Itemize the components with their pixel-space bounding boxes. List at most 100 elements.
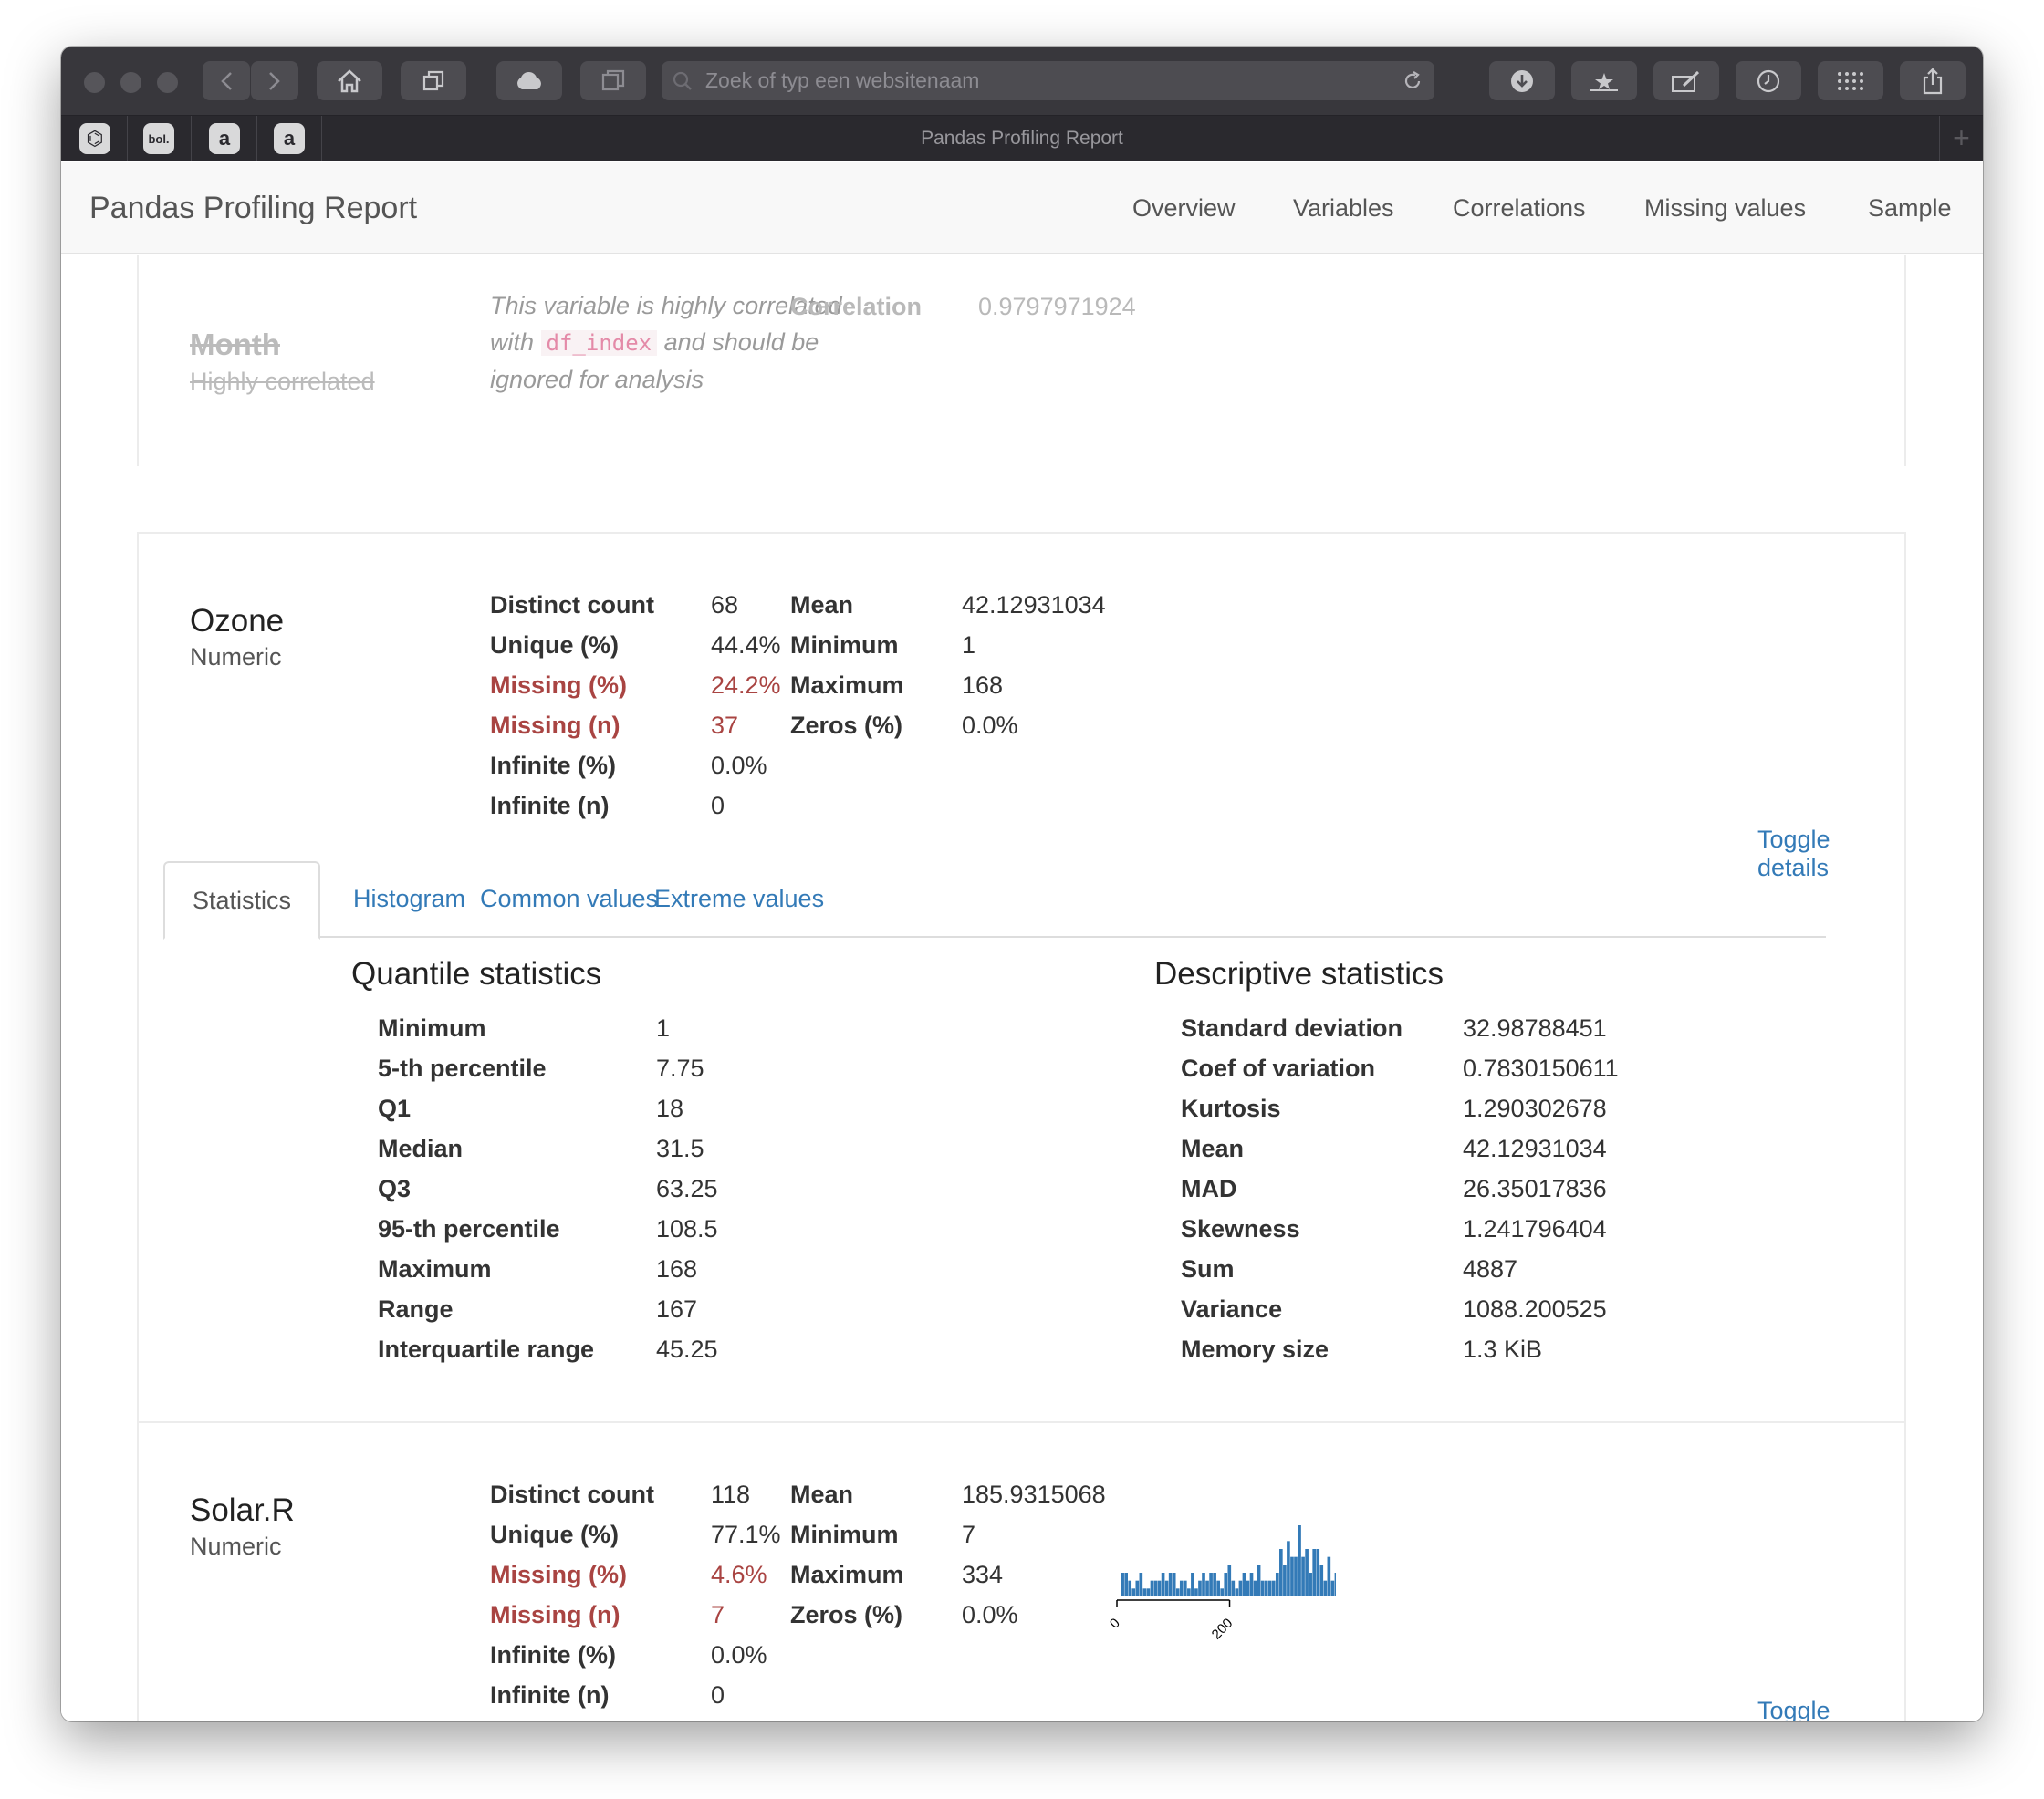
descriptive-value: 0.7830150611 [1463,1055,1619,1082]
histogram-bar [1312,1549,1317,1596]
annotate-button[interactable] [1653,61,1719,100]
back-button[interactable] [203,61,250,100]
histogram-bar [1264,1580,1268,1596]
quantile-label: Maximum [378,1255,492,1283]
stat-value: 334 [962,1561,1004,1588]
new-tab-button[interactable]: + [1939,116,1983,161]
stat-label: Minimum [790,631,899,659]
histogram-bar [1294,1556,1298,1596]
histogram-bar [1139,1573,1143,1596]
descriptive-label: Coef of variation [1181,1055,1376,1082]
zoom-window-button[interactable] [157,72,178,93]
histogram-bar [1327,1556,1331,1596]
reload-icon[interactable] [1402,70,1424,92]
stat-label: Zeros (%) [790,712,903,739]
nav-sample[interactable]: Sample [1868,162,1952,254]
nav-correlations[interactable]: Correlations [1453,162,1586,254]
histogram-bar [1179,1580,1184,1596]
descriptive-label: MAD [1181,1175,1237,1202]
forward-button[interactable] [251,61,298,100]
variable-name: Solar.R [190,1492,295,1528]
histogram-bar [1290,1556,1294,1596]
histogram-bar [1135,1580,1140,1596]
quantile-value: 108.5 [656,1215,718,1243]
downloads-button[interactable] [1489,61,1555,100]
histogram-bar [1279,1549,1283,1596]
variable-type: Numeric [190,643,282,671]
star-icon [1590,72,1618,91]
quantile-label: Range [378,1295,454,1323]
quantile-statistics-title: Quantile statistics [351,956,602,992]
address-bar[interactable]: Zoek of typ een websitenaam [662,61,1434,100]
history-button[interactable] [1736,61,1801,100]
nav-variables[interactable]: Variables [1293,162,1394,254]
histogram-bar [1224,1573,1228,1596]
histogram-bar [1205,1580,1209,1596]
quantile-value: 18 [656,1095,684,1122]
descriptive-label: Sum [1181,1255,1235,1283]
home-button[interactable] [317,61,382,100]
variable-month-panel: Month Highly correlated This variable is… [137,255,1906,466]
apps-button[interactable] [1818,61,1883,100]
share-button[interactable] [1900,61,1966,100]
x-axis-tick-label: 0 [1107,1616,1123,1632]
stat-label: Mean [790,1481,854,1508]
tab-extreme-values[interactable]: Extreme values [627,861,851,938]
nav-overview[interactable]: Overview [1132,162,1236,254]
histogram-bar [1172,1573,1176,1596]
stat-value: 0 [711,792,725,819]
descriptive-label: Variance [1181,1295,1283,1323]
sidebar-button[interactable] [580,61,646,100]
histogram-bar [1157,1580,1162,1596]
histogram-bar [1124,1573,1128,1596]
stat-label-alert: Missing (n) [490,712,620,739]
stat-label-alert: Missing (n) [490,1601,620,1628]
tab-bar: ⌬ bol. a a Pandas Profiling Report + [61,116,1983,161]
pencil-icon [1672,70,1700,92]
histogram-bar [1153,1580,1158,1596]
descriptive-value: 1.241796404 [1463,1215,1607,1243]
histogram-bar [1235,1588,1239,1596]
stat-value: 0.0% [711,752,767,779]
quantile-label: Interquartile range [378,1336,595,1363]
browser-toolbar: Zoek of typ een websitenaam [61,47,1983,116]
stat-value: 0.0% [962,1601,1018,1628]
toggle-details-link[interactable]: Toggle details [1757,1697,1904,1721]
quantile-label: Q1 [378,1095,412,1122]
descriptive-label: Kurtosis [1181,1095,1281,1122]
stat-label-alert: Missing (%) [490,1561,628,1588]
histogram-bar [1220,1588,1225,1596]
icloud-tabs-button[interactable] [496,61,562,100]
bookmarks-button[interactable] [1571,61,1637,100]
descriptive-statistics-title: Descriptive statistics [1154,956,1444,992]
report-brand[interactable]: Pandas Profiling Report [89,162,417,254]
stat-value: 185.9315068 [962,1481,1106,1508]
tabs-overview-button[interactable] [401,61,466,100]
variable-solar-panel: Solar.R Numeric Distinct count 118 Uniqu… [137,1423,1906,1721]
histogram-bar [1198,1580,1202,1596]
stat-value: 77.1% [711,1521,781,1548]
stat-label: Unique (%) [490,1521,619,1548]
histogram-bar [1334,1573,1336,1596]
chevron-right-icon [269,71,280,90]
nav-missing-values[interactable]: Missing values [1644,162,1806,254]
descriptive-value: 42.12931034 [1463,1135,1607,1162]
stat-value: 0 [711,1681,725,1709]
stat-label: Distinct count [490,1481,654,1508]
correlated-variable-code: df_index [540,330,658,356]
histogram-bar [1142,1588,1147,1596]
histogram-bar [1242,1573,1246,1596]
histogram-bar [1249,1573,1254,1596]
descriptive-value: 4887 [1463,1255,1518,1283]
stat-label: Infinite (n) [490,1681,610,1709]
histogram-bar [1298,1525,1301,1596]
histogram-bar [1146,1588,1151,1596]
minimize-window-button[interactable] [120,72,141,93]
descriptive-value: 26.35017836 [1463,1175,1607,1202]
quantile-value: 7.75 [656,1055,704,1082]
close-window-button[interactable] [84,72,105,93]
tab-statistics[interactable]: Statistics [163,861,321,940]
stat-label: Maximum [790,671,904,699]
active-tab-title[interactable]: Pandas Profiling Report [61,116,1983,161]
histogram-bar [1301,1556,1305,1596]
